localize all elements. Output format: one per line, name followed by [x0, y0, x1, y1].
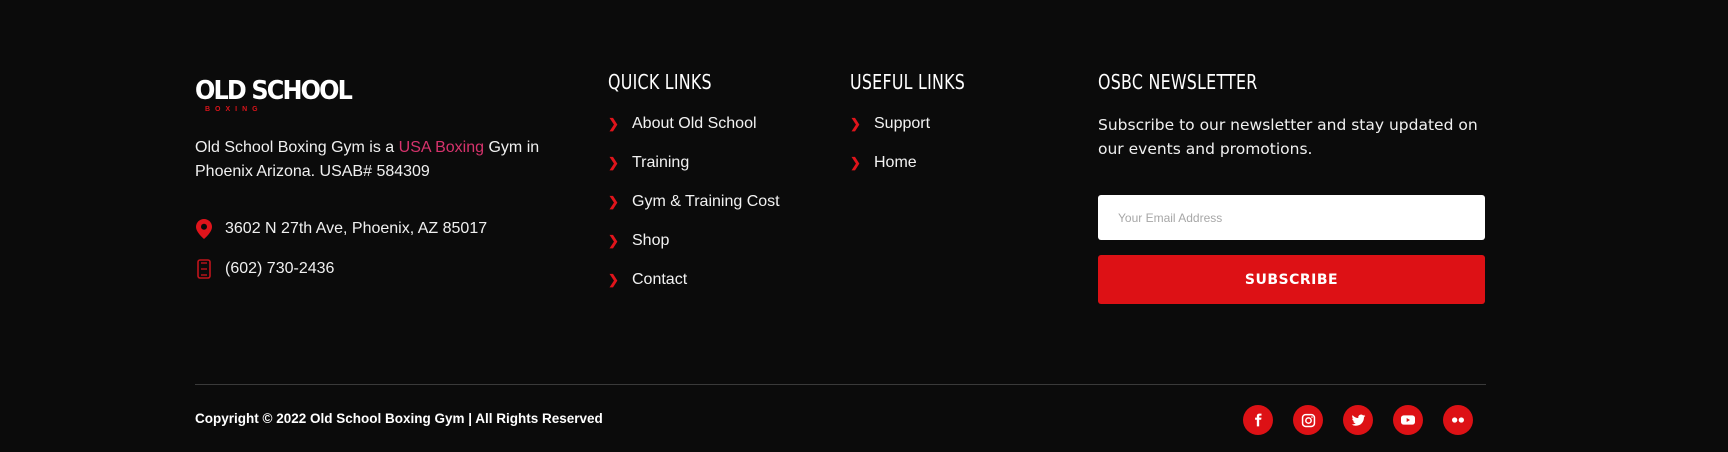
newsletter-description: Subscribe to our newsletter and stay upd…: [1098, 116, 1478, 158]
social-links: [1243, 405, 1473, 435]
quick-links-list: ❯ About Old School ❯ Training ❯ Gym & Train…: [608, 104, 780, 299]
chevron-right-icon: ❯: [608, 271, 619, 287]
facebook-icon[interactable]: [1243, 405, 1273, 435]
footer-divider: [195, 384, 1486, 385]
phone-row[interactable]: (602) 730-2436: [195, 258, 334, 280]
logo-text: OLD SCHOOL: [195, 76, 353, 106]
chevron-right-icon: ❯: [850, 154, 861, 170]
quick-link-shop[interactable]: ❯ Shop: [608, 221, 780, 260]
useful-links-list: ❯ Support ❯ Home: [850, 104, 930, 182]
usa-boxing-link[interactable]: USA Boxing: [399, 139, 484, 156]
useful-link-home[interactable]: ❯ Home: [850, 143, 930, 182]
chevron-right-icon: ❯: [608, 193, 619, 209]
chevron-right-icon: ❯: [608, 154, 619, 170]
chevron-right-icon: ❯: [850, 115, 861, 131]
useful-link-support[interactable]: ❯ Support: [850, 104, 930, 143]
useful-links-title: USEFUL LINKS: [850, 70, 966, 94]
subscribe-button[interactable]: SUBSCRIBE: [1098, 255, 1485, 304]
phone-text: (602) 730-2436: [225, 260, 335, 277]
chevron-right-icon: ❯: [608, 232, 619, 248]
twitter-icon[interactable]: [1343, 405, 1373, 435]
instagram-icon[interactable]: [1293, 405, 1323, 435]
chevron-right-icon: ❯: [608, 115, 619, 131]
email-input[interactable]: [1098, 195, 1485, 240]
quick-link-training[interactable]: ❯ Training: [608, 143, 780, 182]
quick-link-contact[interactable]: ❯ Contact: [608, 260, 780, 299]
youtube-icon[interactable]: [1393, 405, 1423, 435]
quick-link-about[interactable]: ❯ About Old School: [608, 104, 780, 143]
about-text: Old School Boxing Gym is a USA Boxing Gy…: [195, 139, 540, 180]
newsletter-title: OSBC NEWSLETTER: [1098, 70, 1258, 94]
quick-link-cost[interactable]: ❯ Gym & Training Cost: [608, 182, 780, 221]
address-text: 3602 N 27th Ave, Phoenix, AZ 85017: [225, 220, 488, 237]
logo-subtext: BOXING: [205, 106, 263, 113]
address-row: 3602 N 27th Ave, Phoenix, AZ 85017: [195, 218, 487, 240]
flickr-icon[interactable]: [1443, 405, 1473, 435]
quick-links-title: QUICK LINKS: [608, 70, 712, 94]
phone-icon: [195, 258, 213, 280]
map-pin-icon: [195, 218, 213, 240]
copyright-text: Copyright © 2022 Old School Boxing Gym |…: [195, 411, 603, 426]
logo[interactable]: OLD SCHOOL BOXING: [195, 76, 353, 113]
